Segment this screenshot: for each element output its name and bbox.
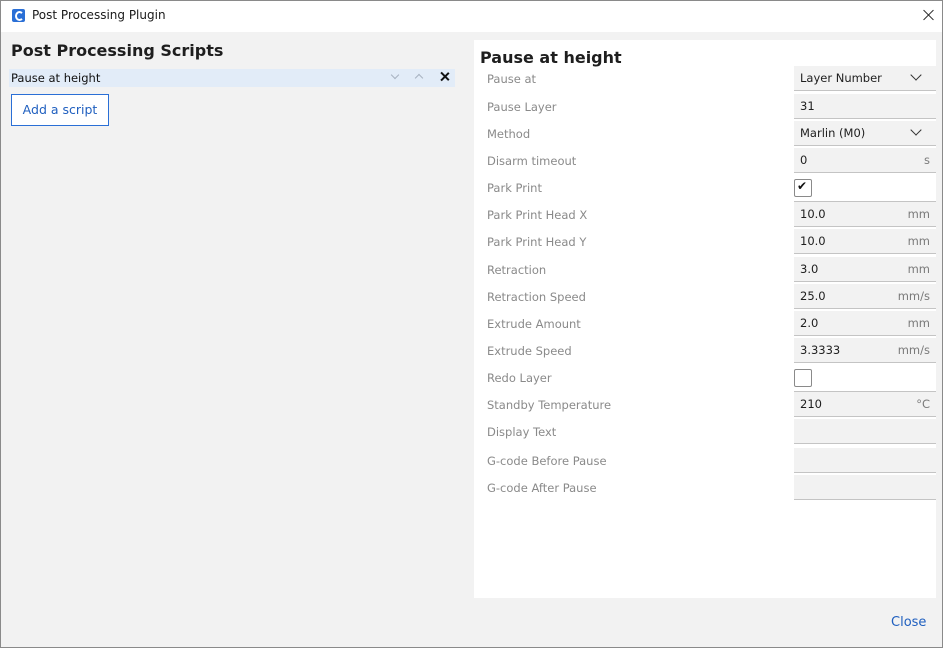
extrude-amount-unit: mm (907, 316, 930, 330)
cura-app-icon (12, 9, 25, 22)
pause-at-dropdown[interactable]: Layer Number (794, 66, 936, 91)
chevron-down-icon (910, 124, 922, 136)
redo-layer-checkbox[interactable] (794, 369, 812, 387)
title-bar: Post Processing Plugin (1, 1, 942, 32)
setting-label-display-text: Display Text (487, 425, 557, 439)
extrude-amount-value: 2.0 (800, 316, 819, 330)
pause-layer-value: 31 (800, 99, 815, 113)
standby-temp-unit: °C (916, 397, 930, 411)
window-close-icon[interactable] (919, 5, 939, 25)
checkmark-icon: ✔ (797, 179, 808, 193)
extrude-speed-unit: mm/s (897, 343, 930, 357)
retraction-speed-value: 25.0 (800, 289, 826, 303)
park-print-checkbox[interactable]: ✔ (794, 179, 812, 197)
setting-label-extrude-amount: Extrude Amount (487, 317, 581, 331)
retraction-unit: mm (907, 262, 930, 276)
setting-label-pause-layer: Pause Layer (487, 100, 557, 114)
setting-label-retraction-speed: Retraction Speed (487, 290, 586, 304)
setting-label-park-print: Park Print (487, 181, 542, 195)
park-head-x-value: 10.0 (800, 207, 826, 221)
disarm-timeout-input[interactable]: 0 s (794, 148, 936, 173)
scripts-heading: Post Processing Scripts (11, 41, 224, 60)
setting-label-park-x: Park Print Head X (487, 208, 588, 222)
disarm-timeout-unit: s (924, 153, 930, 167)
retraction-speed-input[interactable]: 25.0 mm/s (794, 284, 936, 309)
script-settings-panel: Pause at height Pause at Layer Number Pa… (474, 40, 936, 598)
park-head-y-value: 10.0 (800, 234, 826, 248)
script-list-item[interactable]: Pause at height (9, 69, 455, 87)
method-dropdown[interactable]: Marlin (M0) (794, 121, 936, 146)
gcode-before-input[interactable] (794, 448, 936, 473)
setting-label-disarm-timeout: Disarm timeout (487, 154, 577, 168)
extrude-amount-input[interactable]: 2.0 mm (794, 311, 936, 336)
post-processing-dialog: Post Processing Plugin Post Processing S… (0, 0, 943, 648)
park-head-y-unit: mm (907, 234, 930, 248)
setting-label-pause-at: Pause at (487, 72, 537, 86)
setting-label-gcode-before: G-code Before Pause (487, 454, 607, 468)
extrude-speed-input[interactable]: 3.3333 mm/s (794, 338, 936, 363)
setting-label-method: Method (487, 127, 531, 141)
move-down-icon[interactable] (391, 72, 399, 80)
chevron-down-icon (910, 69, 922, 81)
park-head-y-input[interactable]: 10.0 mm (794, 229, 936, 254)
standby-temp-input[interactable]: 210 °C (794, 392, 936, 417)
retraction-input[interactable]: 3.0 mm (794, 257, 936, 282)
window-title: Post Processing Plugin (32, 8, 166, 22)
setting-label-standby-temp: Standby Temperature (487, 398, 612, 412)
standby-temp-value: 210 (800, 397, 822, 411)
pause-layer-input[interactable]: 31 (794, 94, 936, 119)
retraction-speed-unit: mm/s (897, 289, 930, 303)
setting-label-redo-layer: Redo Layer (487, 371, 552, 385)
remove-script-icon[interactable] (437, 70, 451, 84)
setting-label-gcode-after: G-code After Pause (487, 481, 597, 495)
extrude-speed-value: 3.3333 (800, 343, 841, 357)
disarm-timeout-value: 0 (800, 153, 808, 167)
settings-title: Pause at height (480, 48, 622, 67)
setting-label-park-y: Park Print Head Y (487, 235, 587, 249)
script-list-item-label: Pause at height (11, 71, 101, 85)
pause-at-value: Layer Number (800, 71, 882, 85)
park-head-x-input[interactable]: 10.0 mm (794, 202, 936, 227)
display-text-input[interactable] (794, 419, 936, 444)
close-button[interactable]: Close (891, 615, 926, 630)
gcode-after-input[interactable] (794, 475, 936, 500)
method-value: Marlin (M0) (800, 126, 866, 140)
park-head-x-unit: mm (907, 207, 930, 221)
setting-label-extrude-speed: Extrude Speed (487, 344, 572, 358)
add-script-button[interactable]: Add a script (11, 94, 109, 126)
retraction-value: 3.0 (800, 262, 819, 276)
setting-label-retraction: Retraction (487, 263, 547, 277)
move-up-icon[interactable] (415, 75, 423, 83)
